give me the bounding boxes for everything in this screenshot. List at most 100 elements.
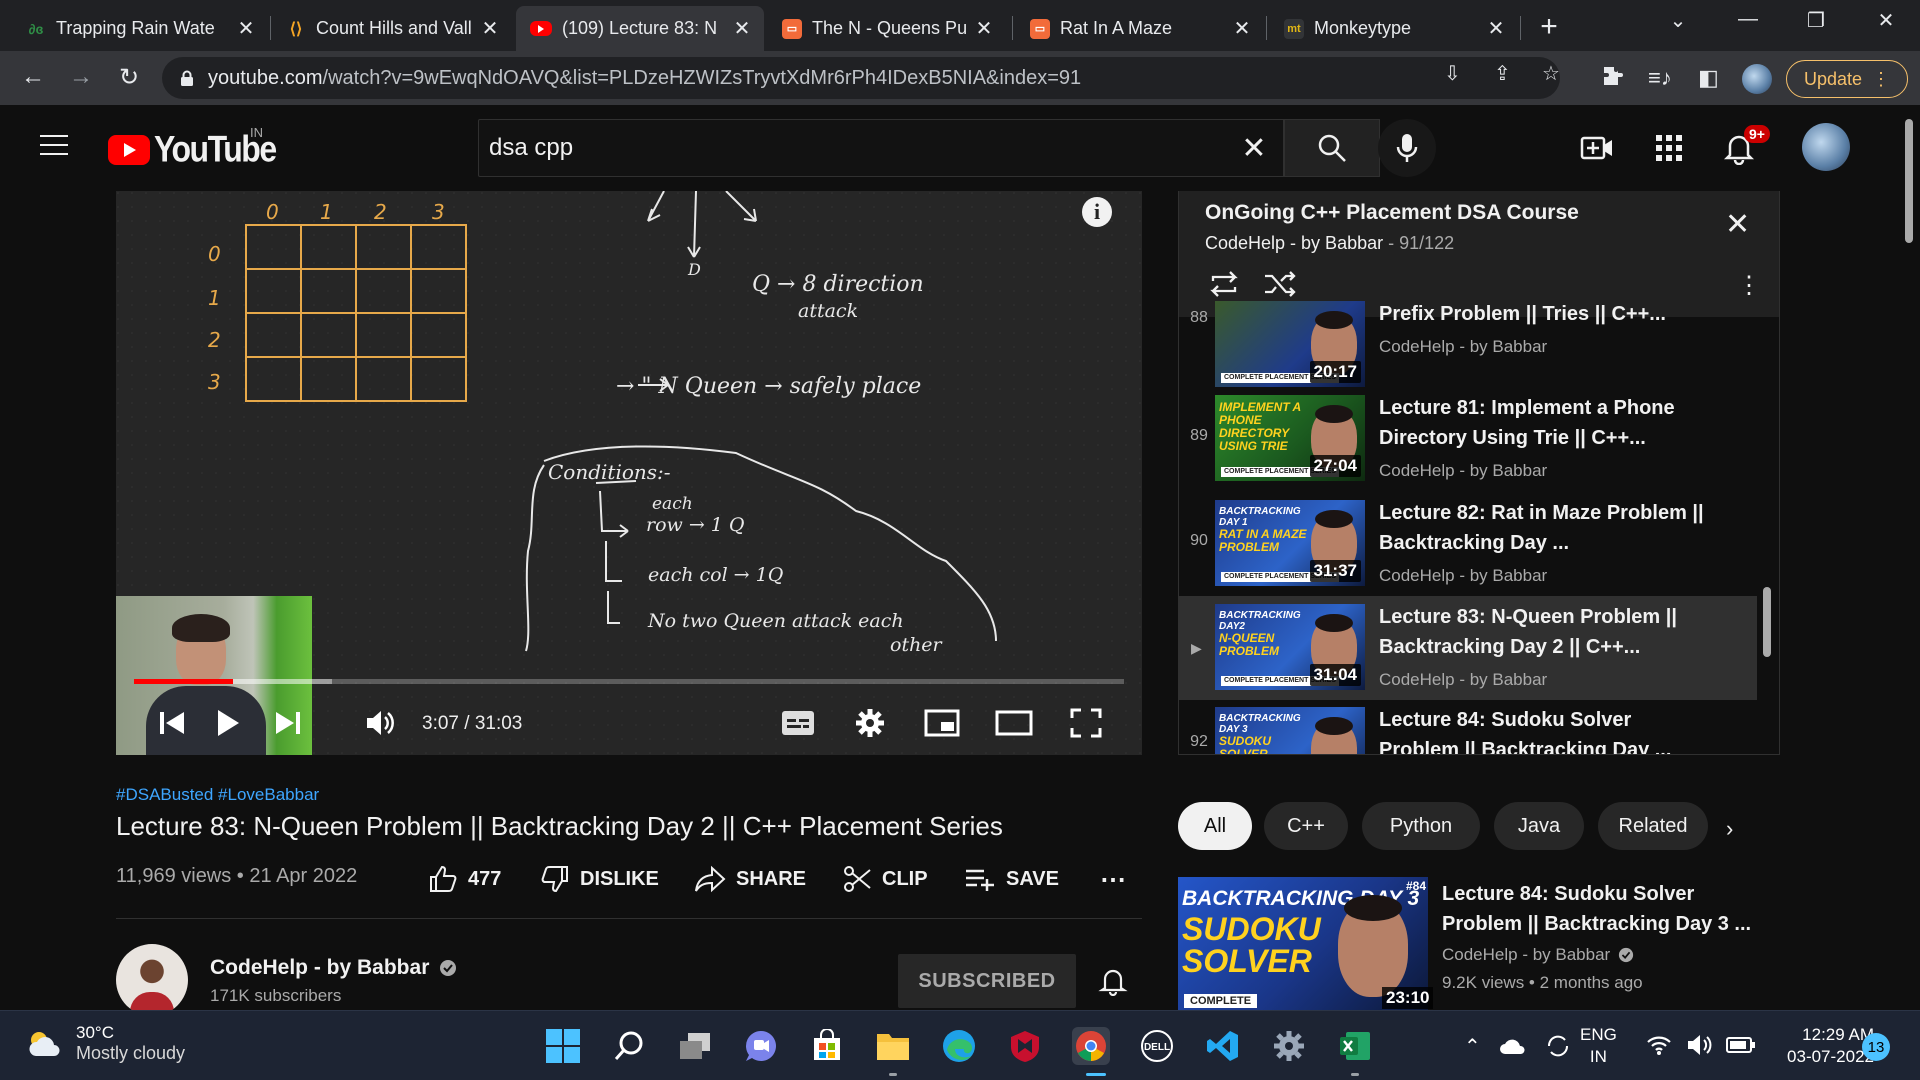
onedrive-cloud-icon[interactable]	[1499, 1036, 1527, 1056]
edge-browser-icon[interactable]	[940, 1027, 978, 1065]
tab-monkeytype[interactable]: mt Monkeytype ✕	[1270, 6, 1518, 51]
subscribed-button[interactable]: SUBSCRIBED	[898, 954, 1076, 1008]
playlist-title[interactable]: OnGoing C++ Placement DSA Course	[1205, 201, 1579, 225]
playlist-channel[interactable]: CodeHelp - by Babbar	[1205, 233, 1383, 253]
tab-count-hills[interactable]: ⟨⟩ Count Hills and Vall ✕	[272, 6, 512, 51]
page-scrollbar[interactable]	[1900, 105, 1920, 1010]
channel-name[interactable]: CodeHelp - by Babbar	[210, 956, 457, 980]
apps-grid-icon[interactable]	[1652, 131, 1686, 165]
language-indicator[interactable]: ENG IN	[1580, 1024, 1617, 1068]
update-button[interactable]: Update ⋮	[1786, 60, 1908, 98]
teams-chat-icon[interactable]	[742, 1027, 780, 1065]
chevron-right-icon[interactable]: ›	[1726, 816, 1733, 842]
bookmark-star-icon[interactable]: ☆	[1542, 61, 1560, 86]
address-bar[interactable]: youtube.com/watch?v=9wEwqNdOAVQ&list=PLD…	[162, 57, 1560, 99]
fullscreen-button[interactable]	[1066, 703, 1106, 743]
close-window-button[interactable]: ✕	[1866, 8, 1906, 33]
close-icon[interactable]: ✕	[480, 16, 500, 41]
notification-center-badge[interactable]: 13	[1862, 1033, 1890, 1061]
create-video-icon[interactable]	[1580, 131, 1614, 165]
minimize-button[interactable]: —	[1728, 8, 1768, 31]
chip-cpp[interactable]: C++	[1264, 802, 1348, 850]
windows-start-icon[interactable]	[544, 1027, 582, 1065]
video-player[interactable]: 0 1 2 3 0 1 2 3 D Q → 8 direction attack…	[116, 191, 1142, 755]
next-button[interactable]	[268, 703, 308, 743]
tab-youtube-lecture[interactable]: (109) Lecture 83: N ✕	[516, 6, 764, 51]
recommended-video[interactable]: BACKTRACKING DAY 3 SUDOKU SOLVER #84 COM…	[1178, 877, 1778, 1010]
playlist-item[interactable]: 92 BACKTRACKING DAY 3 SUDOKU SOLVER Lectu…	[1179, 699, 1757, 754]
file-explorer-icon[interactable]	[874, 1027, 912, 1065]
clock[interactable]: 12:29 AM 03-07-2022	[1760, 1024, 1874, 1068]
chevron-up-icon[interactable]: ⌃	[1464, 1034, 1481, 1059]
clip-button[interactable]: CLIP	[842, 864, 928, 894]
settings-button[interactable]	[850, 703, 890, 743]
tab-rat-in-maze[interactable]: ▭ Rat In A Maze ✕	[1016, 6, 1264, 51]
play-button[interactable]	[208, 703, 248, 743]
weather-widget[interactable]: 30°C Mostly cloudy	[26, 1023, 185, 1064]
mcafee-icon[interactable]	[1006, 1027, 1044, 1065]
close-icon[interactable]: ✕	[732, 16, 752, 41]
tab-n-queens[interactable]: ▭ The N - Queens Pu ✕	[768, 6, 1006, 51]
chrome-icon[interactable]	[1072, 1027, 1110, 1065]
side-panel-icon[interactable]: ◧	[1698, 65, 1719, 91]
subtitles-button[interactable]	[778, 703, 818, 743]
info-icon[interactable]: i	[1082, 197, 1112, 227]
close-icon[interactable]: ✕	[236, 16, 256, 41]
search-button[interactable]	[1284, 119, 1380, 177]
previous-button[interactable]	[152, 703, 192, 743]
close-playlist-icon[interactable]: ✕	[1725, 207, 1750, 242]
chip-python[interactable]: Python	[1362, 802, 1480, 850]
playlist-item[interactable]: 88 COMPLETE PLACEMENT SERIES 20:17 Prefi…	[1179, 293, 1757, 397]
miniplayer-button[interactable]	[922, 703, 962, 743]
menu-icon[interactable]	[40, 135, 68, 155]
sync-icon[interactable]	[1545, 1033, 1571, 1059]
video-hashtags[interactable]: #DSABusted #LoveBabbar	[116, 785, 319, 805]
dislike-button[interactable]: DISLIKE	[540, 864, 659, 894]
reload-button[interactable]: ↻	[114, 63, 144, 92]
dell-icon[interactable]: DELL	[1138, 1027, 1176, 1065]
youtube-logo[interactable]: YouTube IN	[108, 125, 277, 170]
clear-search-icon[interactable]: ✕	[1234, 131, 1274, 166]
new-tab-button[interactable]: +	[1534, 10, 1564, 44]
save-button[interactable]: SAVE	[964, 864, 1059, 894]
playlist-item[interactable]: 90 BACKTRACKING DAY 1 RAT IN A MAZE PROBL…	[1179, 492, 1757, 596]
tab-search-chevron-icon[interactable]: ⌄	[1658, 8, 1698, 33]
channel-bell-icon[interactable]	[1098, 966, 1128, 997]
quick-settings[interactable]	[1646, 1033, 1756, 1057]
install-app-icon[interactable]: ⇩	[1444, 61, 1461, 86]
restore-button[interactable]: ❐	[1796, 8, 1836, 33]
like-button[interactable]: 477	[428, 864, 501, 894]
voice-search-button[interactable]	[1378, 119, 1436, 177]
account-avatar[interactable]	[1802, 123, 1850, 171]
progress-bar[interactable]	[134, 679, 1124, 684]
back-button[interactable]: ←	[18, 63, 48, 91]
vscode-icon[interactable]	[1204, 1027, 1242, 1065]
close-icon[interactable]: ✕	[974, 16, 994, 41]
close-icon[interactable]: ✕	[1232, 16, 1252, 41]
mute-button[interactable]	[360, 703, 400, 743]
forward-button[interactable]: →	[66, 63, 96, 91]
chip-related[interactable]: Related	[1598, 802, 1708, 850]
close-icon[interactable]: ✕	[1486, 16, 1506, 41]
playlist-item-current[interactable]: ▶ BACKTRACKING DAY2 N-QUEEN PROBLEM COMPL…	[1179, 596, 1757, 700]
search-icon[interactable]	[610, 1027, 648, 1065]
excel-icon[interactable]	[1336, 1027, 1374, 1065]
media-control-icon[interactable]: ≡♪	[1648, 65, 1672, 91]
extensions-icon[interactable]	[1602, 65, 1624, 93]
chip-all[interactable]: All	[1178, 802, 1252, 850]
more-actions-icon[interactable]: ⋯	[1100, 864, 1126, 894]
tab-trapping-rain-water[interactable]: ∂ɞ Trapping Rain Wate ✕	[12, 6, 268, 51]
scrollbar-thumb[interactable]	[1905, 119, 1913, 243]
task-view-icon[interactable]	[676, 1027, 714, 1065]
channel-avatar[interactable]	[116, 944, 188, 1016]
share-button[interactable]: SHARE	[694, 864, 806, 894]
theater-mode-button[interactable]	[994, 703, 1034, 743]
microsoft-store-icon[interactable]	[808, 1027, 846, 1065]
profile-avatar[interactable]	[1742, 64, 1772, 94]
search-input[interactable]: dsa cpp	[478, 119, 1284, 177]
playlist-item[interactable]: 89 IMPLEMENT A PHONE DIRECTORY USING TRI…	[1179, 387, 1757, 491]
playlist-scrollbar[interactable]	[1763, 587, 1771, 657]
chip-java[interactable]: Java	[1494, 802, 1584, 850]
settings-gear-icon[interactable]	[1270, 1027, 1308, 1065]
share-icon[interactable]: ⇪	[1494, 61, 1511, 86]
